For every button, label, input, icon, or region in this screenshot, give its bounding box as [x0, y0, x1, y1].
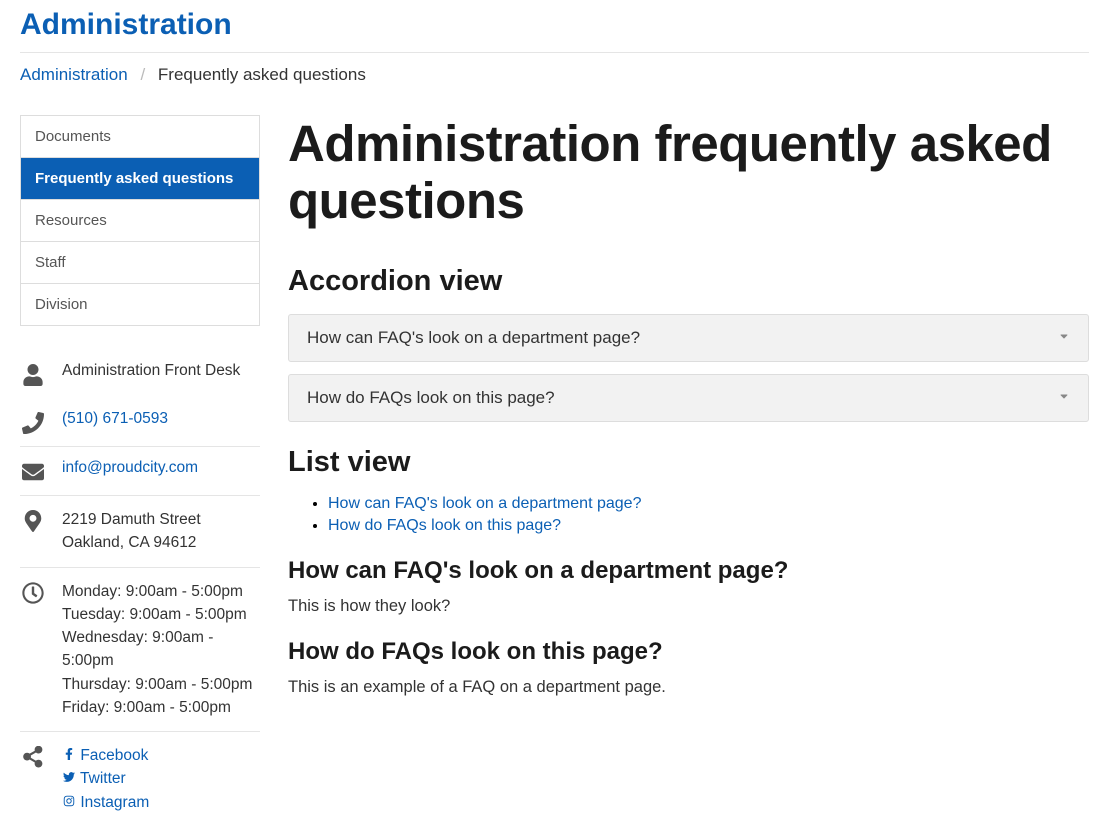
twitter-label: Twitter [80, 770, 126, 787]
sidebar-link-faq[interactable]: Frequently asked questions [21, 158, 259, 199]
list-heading: List view [288, 446, 1089, 479]
hours-thu: Thursday: 9:00am - 5:00pm [62, 673, 260, 696]
clock-icon [20, 580, 46, 604]
accordion-label-2: How do FAQs look on this page? [307, 388, 555, 408]
sidebar-item-documents: Documents [21, 116, 259, 158]
sidebar-link-division[interactable]: Division [21, 284, 259, 325]
site-title-link[interactable]: Administration [20, 8, 232, 41]
contact-hours-row: Monday: 9:00am - 5:00pm Tuesday: 9:00am … [20, 567, 260, 732]
faq1-title: How can FAQ's look on a department page? [288, 557, 1089, 585]
sidebar-link-documents[interactable]: Documents [21, 116, 259, 157]
caret-down-icon [1058, 329, 1070, 347]
faq-list: How can FAQ's look on a department page?… [288, 495, 1089, 535]
list-item: How do FAQs look on this page? [328, 517, 1089, 535]
accordion-heading: Accordion view [288, 265, 1089, 298]
facebook-icon [62, 744, 76, 767]
sidebar-item-resources: Resources [21, 200, 259, 242]
list-link-1[interactable]: How can FAQ's look on a department page? [328, 495, 641, 512]
hours-wed: Wednesday: 9:00am - 5:00pm [62, 626, 260, 673]
hours-fri: Friday: 9:00am - 5:00pm [62, 696, 260, 719]
list-link-2[interactable]: How do FAQs look on this page? [328, 517, 561, 534]
contact-social-row: Facebook Twitter Instagram [20, 731, 260, 826]
accordion-item-1[interactable]: How can FAQ's look on a department page? [288, 314, 1089, 362]
list-item: How can FAQ's look on a department page? [328, 495, 1089, 513]
address-line2: Oakland, CA 94612 [62, 531, 260, 554]
accordion-label-1: How can FAQ's look on a department page? [307, 328, 640, 348]
title-separator [20, 52, 1089, 53]
twitter-icon [62, 767, 76, 790]
instagram-link[interactable]: Instagram [62, 791, 260, 814]
address-line1: 2219 Damuth Street [62, 508, 260, 531]
envelope-icon [20, 459, 46, 483]
share-icon [20, 744, 46, 768]
contact-email-row: info@proudcity.com [20, 446, 260, 495]
sidebar-link-staff[interactable]: Staff [21, 242, 259, 283]
contact-block: Administration Front Desk (510) 671-0593… [20, 350, 260, 826]
hours-mon: Monday: 9:00am - 5:00pm [62, 580, 260, 603]
email-link[interactable]: info@proudcity.com [62, 459, 198, 476]
faq2-title: How do FAQs look on this page? [288, 638, 1089, 666]
faq1-body: This is how they look? [288, 597, 1089, 616]
contact-address-row: 2219 Damuth Street Oakland, CA 94612 [20, 495, 260, 567]
contact-name-row: Administration Front Desk [20, 350, 260, 398]
map-marker-icon [20, 508, 46, 532]
contact-phone-row: (510) 671-0593 [20, 398, 260, 446]
caret-down-icon [1058, 389, 1070, 407]
sidebar-nav: Documents Frequently asked questions Res… [20, 115, 260, 326]
contact-name-text: Administration Front Desk [62, 362, 260, 380]
breadcrumb: Administration / Frequently asked questi… [20, 65, 1089, 85]
page-title: Administration frequently asked question… [288, 115, 1089, 229]
phone-icon [20, 410, 46, 434]
twitter-link[interactable]: Twitter [62, 767, 260, 790]
main-content: Administration frequently asked question… [288, 115, 1089, 826]
accordion-item-2[interactable]: How do FAQs look on this page? [288, 374, 1089, 422]
site-title: Administration [20, 8, 1089, 42]
instagram-label: Instagram [80, 794, 149, 811]
faq2-body: This is an example of a FAQ on a departm… [288, 678, 1089, 697]
sidebar-item-division: Division [21, 284, 259, 326]
breadcrumb-root-link[interactable]: Administration [20, 65, 128, 84]
sidebar-item-faq: Frequently asked questions [21, 158, 259, 200]
sidebar-item-staff: Staff [21, 242, 259, 284]
facebook-label: Facebook [80, 747, 148, 764]
facebook-link[interactable]: Facebook [62, 744, 260, 767]
breadcrumb-separator: / [140, 65, 145, 84]
sidebar-link-resources[interactable]: Resources [21, 200, 259, 241]
hours-tue: Tuesday: 9:00am - 5:00pm [62, 603, 260, 626]
user-icon [20, 362, 46, 386]
phone-link[interactable]: (510) 671-0593 [62, 410, 168, 427]
sidebar: Documents Frequently asked questions Res… [20, 115, 260, 826]
breadcrumb-current: Frequently asked questions [158, 65, 366, 84]
instagram-icon [62, 791, 76, 814]
